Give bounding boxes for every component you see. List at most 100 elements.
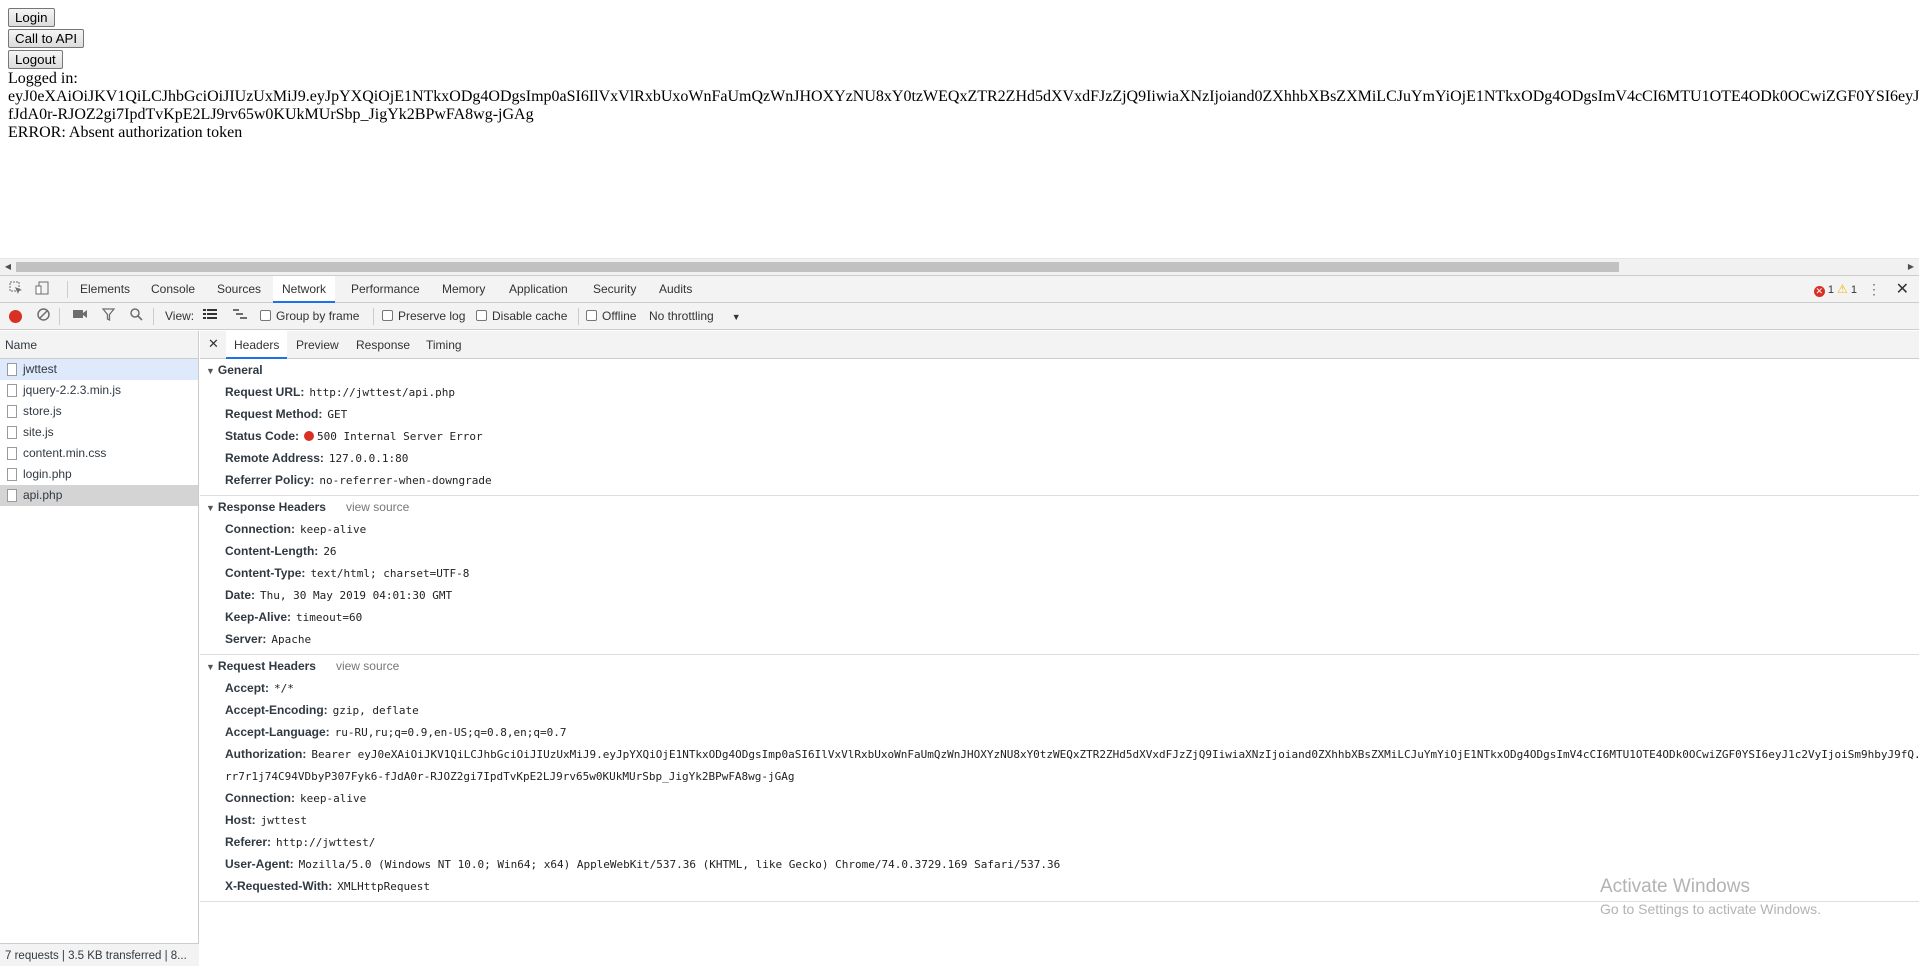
devtools-tabbar: Elements Console Sources Network Perform… xyxy=(0,276,1919,303)
tab-timing[interactable]: Timing xyxy=(418,331,470,359)
filter-icon[interactable] xyxy=(100,308,116,324)
logged-in-label: Logged in: xyxy=(8,70,78,87)
error-count: 1 xyxy=(1827,284,1834,296)
logout-button[interactable]: Logout xyxy=(8,50,63,69)
request-row[interactable]: content.min.css xyxy=(0,443,198,464)
overview-waterfall-icon[interactable] xyxy=(232,308,248,324)
header-value: Mozilla/5.0 (Windows NT 10.0; Win64; x64… xyxy=(298,858,1061,871)
request-list: Name jwttest jquery-2.2.3.min.js store.j… xyxy=(0,331,199,966)
toolbar-divider xyxy=(578,308,579,325)
more-options-icon[interactable]: ⋮ xyxy=(1867,281,1881,298)
header-value: jwttest xyxy=(260,814,308,827)
request-row[interactable]: store.js xyxy=(0,401,198,422)
warning-count: 1 xyxy=(1850,284,1857,296)
header-key: Accept: xyxy=(225,681,270,695)
request-headers-section-header[interactable]: ▼ Request Headers view source xyxy=(200,655,1919,677)
request-name: login.php xyxy=(23,467,72,481)
tab-memory[interactable]: Memory xyxy=(433,276,494,303)
tab-security[interactable]: Security xyxy=(584,276,645,303)
large-rows-icon[interactable] xyxy=(202,308,218,324)
status-error-icon xyxy=(304,431,315,441)
preserve-log-checkbox[interactable]: Preserve log xyxy=(382,303,465,329)
scroll-left-icon[interactable]: ◀ xyxy=(0,259,16,275)
inspect-element-icon[interactable] xyxy=(8,281,24,297)
call-api-button[interactable]: Call to API xyxy=(8,29,85,48)
device-toolbar-icon[interactable] xyxy=(34,281,50,297)
header-key: Host: xyxy=(225,813,256,827)
header-key: Accept-Encoding: xyxy=(225,703,328,717)
request-name: content.min.css xyxy=(23,446,107,460)
toolbar-divider xyxy=(373,308,374,325)
close-devtools-icon[interactable]: ✕ xyxy=(1896,279,1909,299)
header-value: keep-alive xyxy=(300,792,367,805)
header-key: Authorization: xyxy=(225,747,307,761)
tab-application[interactable]: Application xyxy=(500,276,577,303)
section-title: Request Headers xyxy=(217,659,316,673)
request-row[interactable]: login.php xyxy=(0,464,198,485)
group-by-frame-checkbox[interactable]: Group by frame xyxy=(260,303,359,329)
view-source-link[interactable]: view source xyxy=(336,659,399,673)
header-value: text/html; charset=UTF-8 xyxy=(310,567,470,580)
offline-checkbox[interactable]: Offline xyxy=(586,303,636,329)
header-row: Status Code: 500 Internal Server Error xyxy=(200,425,1919,447)
tab-sources[interactable]: Sources xyxy=(208,276,270,303)
header-key: User-Agent: xyxy=(225,857,294,871)
clear-icon[interactable] xyxy=(35,308,51,324)
header-value: rr7r1j74C94VDbyP307Fyk6-fJdA0r-RJOZ2gi7I… xyxy=(225,770,795,783)
devtools-panel: Elements Console Sources Network Perform… xyxy=(0,275,1919,966)
request-name: jwttest xyxy=(23,362,58,376)
record-icon[interactable] xyxy=(9,310,22,323)
header-key: Referer: xyxy=(225,835,272,849)
section-title: Response Headers xyxy=(217,500,326,514)
file-icon xyxy=(7,426,17,439)
file-icon xyxy=(7,468,17,481)
tab-console[interactable]: Console xyxy=(142,276,204,303)
tab-headers[interactable]: Headers xyxy=(226,331,288,359)
tab-network[interactable]: Network xyxy=(273,276,336,303)
tab-audits[interactable]: Audits xyxy=(650,276,701,303)
toolbar-divider xyxy=(59,308,60,325)
screenshot-camera-icon[interactable] xyxy=(72,308,88,324)
throttling-select[interactable]: No throttling ▼ xyxy=(649,303,741,329)
section-title: General xyxy=(217,363,263,377)
scrollbar-thumb[interactable] xyxy=(16,262,1619,272)
header-row: Request Method: GET xyxy=(200,403,1919,425)
request-details: ✕ Headers Preview Response Timing ▼ Gener… xyxy=(200,331,1919,966)
issue-counts[interactable]: ✕ 1 ⚠ 1 xyxy=(1813,282,1857,297)
tab-response[interactable]: Response xyxy=(348,331,418,359)
header-value: Apache xyxy=(271,633,312,646)
header-value: GET xyxy=(327,408,348,421)
tab-elements[interactable]: Elements xyxy=(71,276,139,303)
close-details-icon[interactable]: ✕ xyxy=(208,336,219,352)
network-summary-status: 7 requests | 3.5 KB transferred | 8... xyxy=(0,943,199,966)
windows-activation-watermark: Activate Windows Go to Settings to activ… xyxy=(1600,875,1821,919)
triangle-down-icon: ▼ xyxy=(206,503,215,513)
page-horizontal-scrollbar[interactable]: ◀ ▶ xyxy=(0,258,1919,275)
scroll-right-icon[interactable]: ▶ xyxy=(1903,259,1919,275)
name-column-header[interactable]: Name xyxy=(0,331,198,359)
header-row: User-Agent: Mozilla/5.0 (Windows NT 10.0;… xyxy=(200,853,1919,875)
request-row[interactable]: jquery-2.2.3.min.js xyxy=(0,380,198,401)
disable-cache-checkbox[interactable]: Disable cache xyxy=(476,303,567,329)
request-row[interactable]: jwttest xyxy=(0,359,198,380)
preserve-log-label: Preserve log xyxy=(398,309,466,323)
general-section-header[interactable]: ▼ General xyxy=(200,359,1919,381)
request-headers-section: ▼ Request Headers view source Accept: */* A… xyxy=(200,655,1919,902)
login-button[interactable]: Login xyxy=(8,8,55,27)
request-row-selected[interactable]: api.php xyxy=(0,485,198,506)
offline-label: Offline xyxy=(602,309,637,323)
header-key: Request Method: xyxy=(225,407,323,421)
header-key: Request URL: xyxy=(225,385,305,399)
tab-performance[interactable]: Performance xyxy=(342,276,429,303)
response-headers-section-header[interactable]: ▼ Response Headers view source xyxy=(200,496,1919,518)
header-key: Referrer Policy: xyxy=(225,473,315,487)
tab-preview[interactable]: Preview xyxy=(288,331,347,359)
header-row: Request URL: http://jwttest/api.php xyxy=(200,381,1919,403)
error-icon: ✕ xyxy=(1813,286,1825,297)
header-row: Connection: keep-alive xyxy=(200,518,1919,540)
view-source-link[interactable]: view source xyxy=(346,500,409,514)
search-icon[interactable] xyxy=(128,308,144,324)
request-row[interactable]: site.js xyxy=(0,422,198,443)
token-line-1: eyJ0eXAiOiJKV1QiLCJhbGciOiJIUzUxMiJ9.eyJ… xyxy=(8,88,1919,105)
general-section: ▼ General Request URL: http://jwttest/api.… xyxy=(200,359,1919,496)
